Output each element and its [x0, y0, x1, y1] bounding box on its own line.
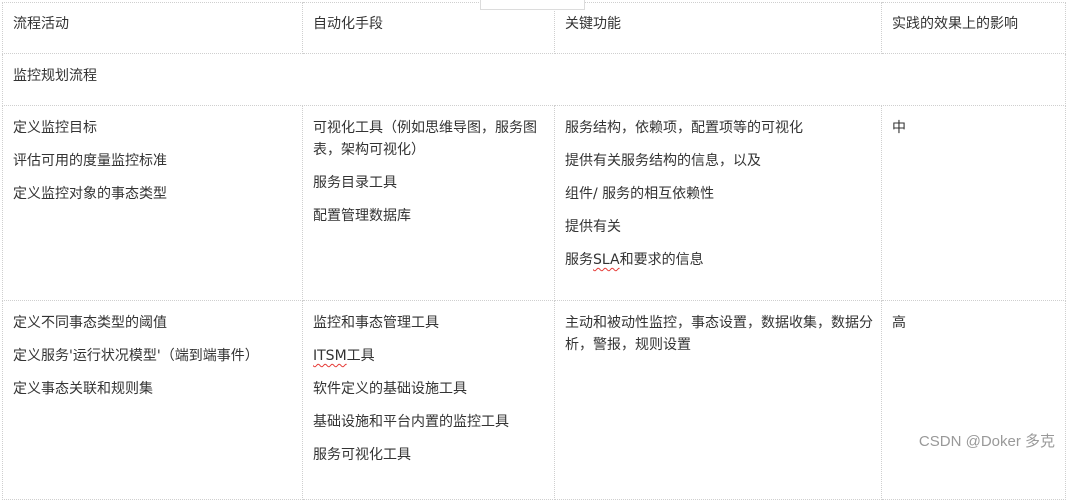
activity-item: 评估可用的度量监控标准: [13, 153, 167, 169]
activity-cell: 定义监控目标 评估可用的度量监控标准 定义监控对象的事态类型: [2, 105, 303, 301]
function-item: 组件/ 服务的相互依赖性: [565, 186, 715, 202]
automation-item: 配置管理数据库: [313, 208, 411, 224]
header-impact: 实践的效果上的影响: [881, 2, 1066, 54]
section-title: 监控规划流程: [2, 53, 1066, 106]
activity-item: 定义事态关联和规则集: [13, 381, 153, 397]
activity-item: 定义服务'运行状况模型'（端到端事件）: [13, 348, 259, 364]
activity-item: 定义监控目标: [13, 120, 97, 136]
header-functions: 关键功能: [554, 2, 882, 54]
function-item: 提供有关服务结构的信息，以及: [565, 153, 761, 169]
automation-item: 监控和事态管理工具: [313, 315, 439, 331]
activity-item: 定义监控对象的事态类型: [13, 186, 167, 202]
activity-cell: 定义不同事态类型的阈值 定义服务'运行状况模型'（端到端事件） 定义事态关联和规…: [2, 300, 303, 500]
watermark: CSDN @Doker 多克: [918, 433, 1055, 450]
automation-item: 软件定义的基础设施工具: [313, 381, 467, 397]
functions-cell: 主动和被动性监控，事态设置，数据收集，数据分析，警报，规则设置: [554, 300, 882, 500]
automation-item: 基础设施和平台内置的监控工具: [313, 414, 509, 430]
table-header-row: 流程活动 自动化手段 关键功能 实践的效果上的影响: [2, 2, 1066, 54]
monitoring-process-table: 流程活动 自动化手段 关键功能 实践的效果上的影响 监控规划流程 定义监控目标 …: [2, 2, 1066, 500]
header-automation: 自动化手段: [302, 2, 555, 54]
automation-item: ITSM工具: [313, 348, 375, 364]
function-item: 提供有关: [565, 219, 621, 235]
section-row: 监控规划流程: [2, 53, 1066, 106]
impact-cell: 中: [881, 105, 1066, 301]
table-row: 定义监控目标 评估可用的度量监控标准 定义监控对象的事态类型 可视化工具（例如思…: [2, 105, 1066, 301]
function-item: 主动和被动性监控，事态设置，数据收集，数据分析，警报，规则设置: [565, 315, 873, 353]
automation-item: 服务可视化工具: [313, 447, 411, 463]
table-row: 定义不同事态类型的阈值 定义服务'运行状况模型'（端到端事件） 定义事态关联和规…: [2, 300, 1066, 500]
automation-item: 可视化工具（例如思维导图，服务图表，架构可视化）: [313, 120, 537, 158]
impact-cell: 高: [881, 300, 1066, 500]
functions-cell: 服务结构，依赖项，配置项等的可视化 提供有关服务结构的信息，以及 组件/ 服务的…: [554, 105, 882, 301]
activity-item: 定义不同事态类型的阈值: [13, 315, 167, 331]
automation-cell: 监控和事态管理工具 ITSM工具 软件定义的基础设施工具 基础设施和平台内置的监…: [302, 300, 555, 500]
automation-item: 服务目录工具: [313, 175, 397, 191]
header-activity: 流程活动: [2, 2, 303, 54]
function-item: 服务SLA和要求的信息: [565, 252, 704, 268]
function-item: 服务结构，依赖项，配置项等的可视化: [565, 120, 803, 136]
top-tab-edge: [480, 0, 585, 10]
automation-cell: 可视化工具（例如思维导图，服务图表，架构可视化） 服务目录工具 配置管理数据库: [302, 105, 555, 301]
